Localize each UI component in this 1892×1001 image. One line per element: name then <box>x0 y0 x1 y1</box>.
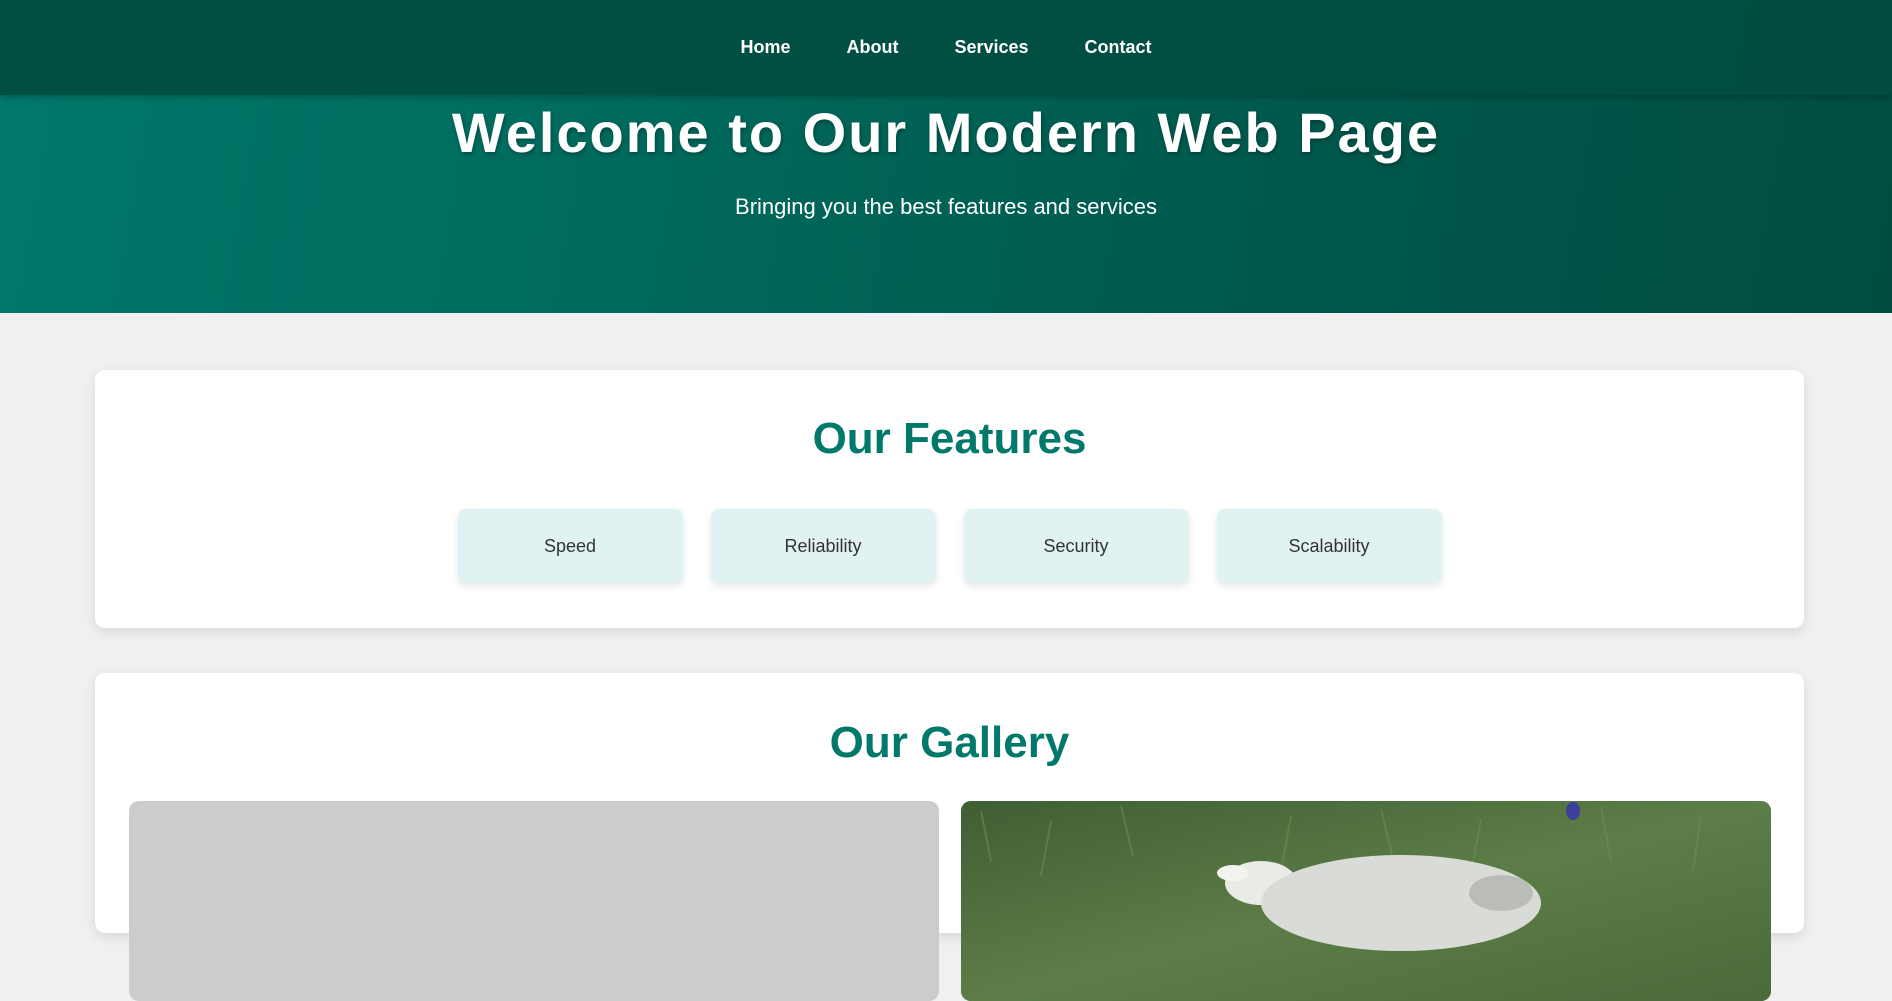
feature-card-scalability: Scalability <box>1216 509 1442 583</box>
gallery-section: Our Gallery <box>95 673 1804 1001</box>
features-title: Our Features <box>812 414 1087 463</box>
features-section: Our Features Speed Reliability Security … <box>95 370 1804 628</box>
gallery-title: Our Gallery <box>829 718 1070 767</box>
nav-link-contact[interactable]: Contact <box>1085 37 1152 58</box>
feature-card-reliability: Reliability <box>710 509 936 583</box>
hero-title: Welcome to Our Modern Web Page <box>451 101 1441 164</box>
hero-banner: Home About Services Contact Welcome to O… <box>0 0 1892 313</box>
hero-subtitle: Bringing you the best features and servi… <box>735 194 1157 219</box>
feature-card-speed: Speed <box>457 509 683 583</box>
nav-link-services[interactable]: Services <box>954 37 1028 58</box>
nav-link-home[interactable]: Home <box>740 37 790 58</box>
feature-list: Speed Reliability Security Scalability <box>95 509 1804 583</box>
gallery-image-placeholder <box>129 801 939 1001</box>
feature-card-security: Security <box>963 509 1189 583</box>
top-navbar: Home About Services Contact <box>0 0 1892 95</box>
nav-link-about[interactable]: About <box>846 37 898 58</box>
gallery-image-dog-on-grass <box>961 801 1771 1001</box>
dog-on-grass-image <box>961 801 1771 1001</box>
